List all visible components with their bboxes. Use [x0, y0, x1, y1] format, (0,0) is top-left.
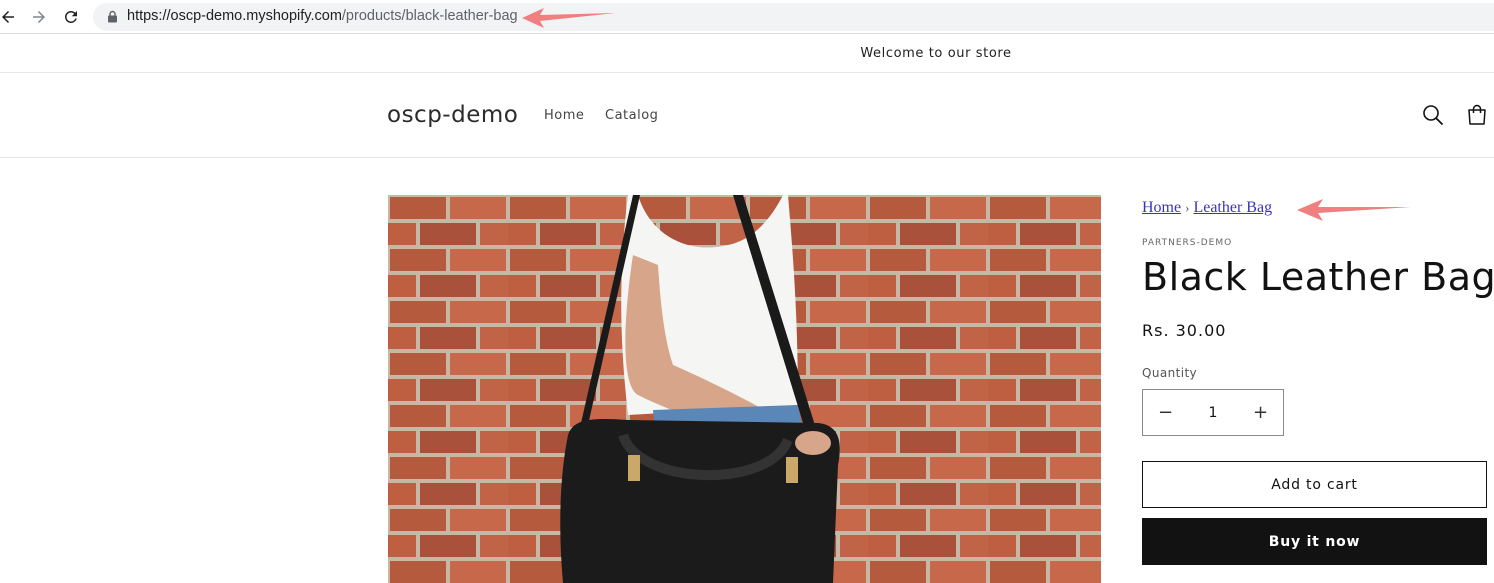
url-path: /products/black-leather-bag — [341, 8, 518, 24]
quantity-stepper: − 1 + — [1142, 389, 1284, 436]
breadcrumb-separator: › — [1185, 200, 1190, 215]
product-photo-illustration — [388, 195, 1101, 583]
product-vendor: PARTNERS-DEMO — [1142, 238, 1233, 248]
address-bar[interactable]: https://oscp-demo.myshopify.com/products… — [93, 3, 1494, 31]
reload-icon — [64, 10, 77, 23]
buy-it-now-button[interactable]: Buy it now — [1142, 518, 1487, 565]
product-title: Black Leather Bag — [1142, 255, 1494, 299]
browser-toolbar: https://oscp-demo.myshopify.com/products… — [0, 0, 1494, 34]
product-price: Rs. 30.00 — [1142, 321, 1227, 340]
add-to-cart-button[interactable]: Add to cart — [1142, 461, 1487, 508]
arrow-right-icon — [33, 11, 45, 23]
annotation-arrow-url — [522, 8, 616, 28]
lock-icon — [108, 10, 117, 23]
nav-link-home[interactable]: Home — [544, 108, 584, 123]
quantity-increase-button[interactable]: + — [1238, 390, 1283, 435]
announcement-bar: Welcome to our store — [0, 35, 1494, 73]
quantity-input[interactable]: 1 — [1188, 405, 1238, 421]
forward-button[interactable] — [27, 5, 51, 29]
site-header: oscp-demo Home Catalog — [0, 73, 1494, 158]
back-button[interactable] — [0, 5, 20, 29]
reload-button[interactable] — [59, 5, 83, 29]
annotation-arrow-breadcrumb — [1297, 199, 1411, 221]
cart-icon[interactable] — [1465, 103, 1489, 127]
url-text: https://oscp-demo.myshopify.com/products… — [127, 8, 518, 24]
quantity-label: Quantity — [1142, 366, 1198, 380]
url-host: https://oscp-demo.myshopify.com — [127, 8, 342, 24]
nav-link-catalog[interactable]: Catalog — [605, 108, 658, 123]
product-image[interactable] — [388, 195, 1101, 583]
arrow-left-icon — [2, 11, 14, 23]
store-logo[interactable]: oscp-demo — [387, 102, 518, 128]
announcement-text: Welcome to our store — [860, 46, 1012, 61]
search-icon[interactable] — [1421, 103, 1445, 127]
breadcrumb-link-leather-bag[interactable]: Leather Bag — [1193, 199, 1272, 216]
quantity-decrease-button[interactable]: − — [1143, 390, 1188, 435]
breadcrumb-link-home[interactable]: Home — [1142, 199, 1181, 216]
breadcrumb: Home › Leather Bag — [1142, 199, 1272, 217]
